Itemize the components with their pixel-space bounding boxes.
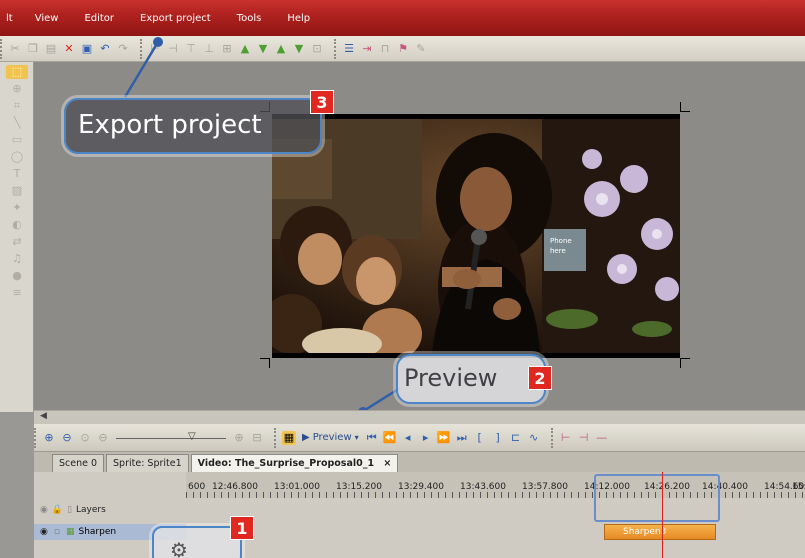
tab-scene[interactable]: Scene 0 xyxy=(52,454,105,472)
ruler-tick: 600 xyxy=(188,482,206,492)
ruler-tick: 13:43.600 xyxy=(460,482,506,492)
selection-range[interactable] xyxy=(594,474,720,522)
transport-toolbar: ⊕ ⊖ ⊙ ⊖ ▽ ⊕ ⊟ ▦ ▶ Preview ▾ ⏮ ⏪ ◂ ▸ ⏩ ⏭ … xyxy=(34,424,805,452)
trim-clip-icon[interactable]: ⊣ xyxy=(577,431,591,445)
eye-icon[interactable]: ◉ xyxy=(40,527,48,537)
close-tab-icon[interactable]: × xyxy=(383,458,391,469)
callout-preview: Preview xyxy=(396,354,546,404)
timeline-clip-sharpen[interactable]: Sharpen3 xyxy=(604,524,716,540)
tab-sprite[interactable]: Sprite: Sprite1 xyxy=(106,454,189,472)
skip-to-start-icon[interactable]: ⏮ xyxy=(365,431,379,445)
preview-button-label: Preview xyxy=(312,432,352,443)
callout-badge-2: 2 xyxy=(528,366,552,390)
callout-badge-1: 1 xyxy=(230,516,254,540)
rewind-icon[interactable]: ⏪ xyxy=(383,431,397,445)
ruler-tick: 13:15.200 xyxy=(336,482,382,492)
lock-icon[interactable]: 🔒 xyxy=(52,505,63,515)
zoom-range-icon[interactable]: ⊟ xyxy=(250,431,264,445)
playhead[interactable] xyxy=(662,472,663,558)
visibility-icon[interactable]: ◉ xyxy=(40,505,48,515)
mark-out-icon[interactable]: ] xyxy=(491,431,505,445)
callout-export-label: Export project xyxy=(78,110,262,140)
zoom-plus-icon[interactable]: ⊕ xyxy=(232,431,246,445)
remove-gap-icon[interactable]: — xyxy=(595,431,609,445)
zoom-in-icon[interactable]: ⊕ xyxy=(42,431,56,445)
step-forward-icon[interactable]: ▸ xyxy=(419,431,433,445)
ruler-tick: 13:29.400 xyxy=(398,482,444,492)
zoom-fit-icon[interactable]: ⊙ xyxy=(78,431,92,445)
callout-export-project: Export project xyxy=(64,98,322,154)
scroll-left-icon[interactable]: ◀ xyxy=(40,411,47,421)
skip-to-end-icon[interactable]: ⏭ xyxy=(455,431,469,445)
zoom-out-icon[interactable]: ⊖ xyxy=(60,431,74,445)
effect-icon: ▦ xyxy=(65,527,75,537)
callout-badge-3: 3 xyxy=(310,90,334,114)
ruler-tick: 13:01.000 xyxy=(274,482,320,492)
split-clip-icon[interactable]: ⊢ xyxy=(559,431,573,445)
track-label: Sharpen xyxy=(78,527,117,537)
preview-scrollbar[interactable]: ◀ xyxy=(34,410,805,424)
track-lock-icon[interactable]: ▫ xyxy=(54,527,60,537)
toggle-preview-icon[interactable]: ▦ xyxy=(282,430,296,445)
zoom-slider-thumb[interactable]: ▽ xyxy=(188,431,196,442)
playback-group: ▦ ▶ Preview ▾ ⏮ ⏪ ◂ ▸ ⏩ ⏭ [ ] ⊏ ∿ xyxy=(274,427,547,448)
marker-group: ⊢ ⊣ — xyxy=(550,427,615,448)
timeline-panel: 600 12:46.800 13:01.000 13:15.200 13:29.… xyxy=(34,472,805,558)
preview-button[interactable]: ▶ Preview ▾ xyxy=(298,431,363,444)
fast-forward-icon[interactable]: ⏩ xyxy=(437,431,451,445)
app-window: lt View Editor Export project Tools Help… xyxy=(0,0,805,558)
gear-icon: ⚙ xyxy=(170,538,188,558)
audio-wave-icon[interactable]: ∿ xyxy=(527,431,541,445)
mark-range-icon[interactable]: ⊏ xyxy=(509,431,523,445)
page-icon: ▯ xyxy=(67,505,73,515)
dropdown-arrow-icon[interactable]: ▾ xyxy=(355,433,359,442)
callout-preview-label: Preview xyxy=(404,364,498,392)
timeline-tabs: Scene 0 Sprite: Sprite1 Video: The_Surpr… xyxy=(34,452,805,472)
ruler-tick: 15:0 xyxy=(792,482,805,492)
clip-label: Sharpen3 xyxy=(623,527,667,537)
zoom-minus-icon[interactable]: ⊖ xyxy=(96,431,110,445)
ruler-tick: 13:57.800 xyxy=(522,482,568,492)
play-icon: ▶ xyxy=(302,432,310,443)
mark-in-icon[interactable]: [ xyxy=(473,431,487,445)
callout-layers: ⚙ xyxy=(152,526,242,558)
step-back-icon[interactable]: ◂ xyxy=(401,431,415,445)
ruler-tick: 12:46.800 xyxy=(212,482,258,492)
layers-label: Layers xyxy=(76,505,106,515)
zoom-slider[interactable]: ▽ xyxy=(116,431,226,445)
layers-header: ◉ 🔒 ▯ Layers xyxy=(34,502,186,518)
tab-video[interactable]: Video: The_Surprise_Proposal0_1 × xyxy=(190,454,399,472)
zoom-group: ⊕ ⊖ ⊙ ⊖ ▽ ⊕ ⊟ xyxy=(34,427,270,448)
tab-video-label: Video: The_Surprise_Proposal0_1 xyxy=(197,458,375,469)
